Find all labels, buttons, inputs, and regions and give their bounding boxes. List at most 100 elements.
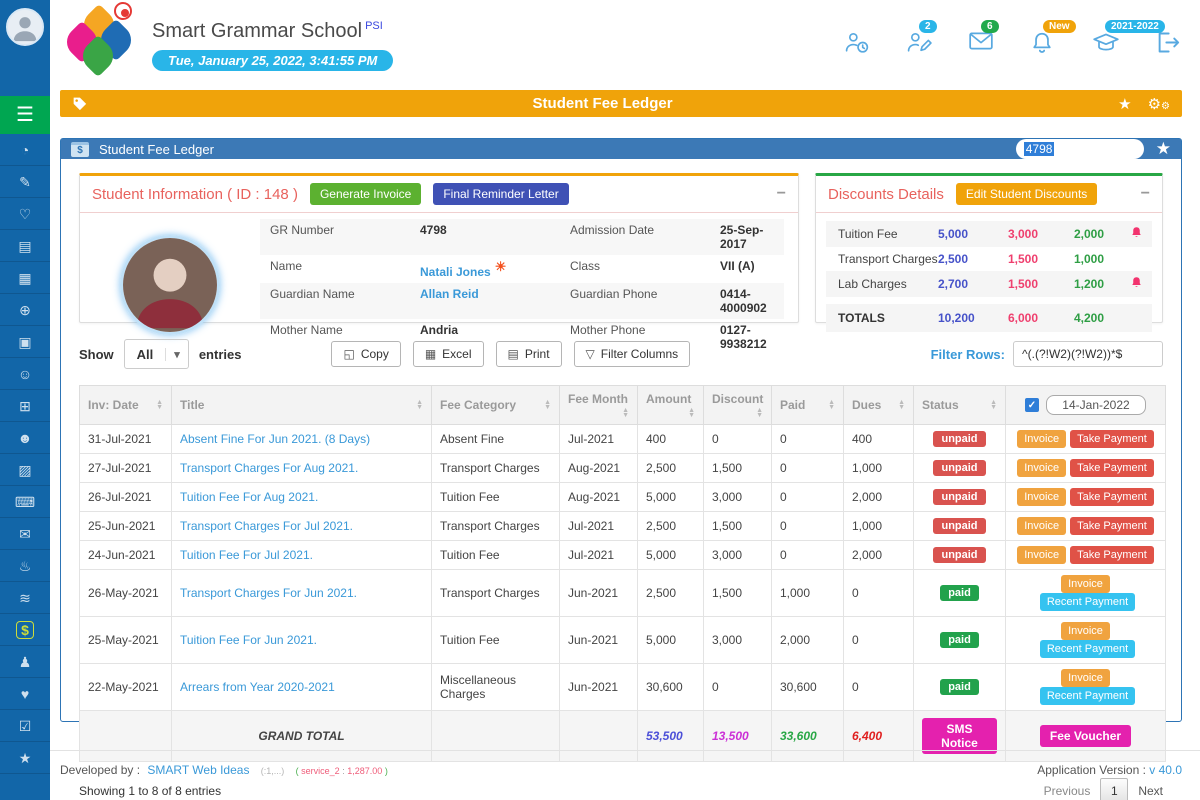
generate-invoice-button[interactable]: Generate Invoice [310, 183, 421, 205]
student-search-input[interactable]: 4798 [1016, 139, 1144, 159]
bell-icon[interactable] [1130, 226, 1148, 242]
invoice-button[interactable]: Invoice [1017, 430, 1066, 448]
sidebar-item-student-admission[interactable]: ✎ [0, 166, 50, 198]
sidebar-item-exams[interactable]: ▣ [0, 326, 50, 358]
recent-payment-button[interactable]: Recent Payment [1040, 687, 1135, 705]
field-value[interactable]: Allan Reid [420, 287, 570, 315]
sort-icon[interactable]: ▲▼ [416, 400, 423, 410]
sidebar-item-tasks[interactable]: ☑ [0, 710, 50, 742]
sidebar-item-academics[interactable]: ★ [0, 742, 50, 774]
final-reminder-button[interactable]: Final Reminder Letter [433, 183, 568, 205]
settings-gears-icon[interactable]: ⚙⚙ [1148, 95, 1170, 113]
sidebar-item-health[interactable]: ♡ [0, 198, 50, 230]
take-payment-button[interactable]: Take Payment [1070, 546, 1154, 564]
sidebar-item-website[interactable]: ⊕ [0, 294, 50, 326]
sort-icon[interactable]: ▲▼ [622, 408, 629, 418]
fee-title-link[interactable]: Transport Charges For Jun 2021. [180, 586, 357, 600]
sidebar-item-certificates[interactable]: ♥ [0, 678, 50, 710]
panel-favorite-icon[interactable]: ★ [1156, 139, 1171, 159]
invoice-button[interactable]: Invoice [1017, 488, 1066, 506]
sidebar-item-gallery[interactable]: ▨ [0, 454, 50, 486]
sort-icon[interactable]: ▲▼ [828, 400, 835, 410]
column-header-discount[interactable]: Discount▲▼ [704, 386, 772, 425]
column-header-title[interactable]: Title▲▼ [172, 386, 432, 425]
recent-payment-button[interactable]: Recent Payment [1040, 640, 1135, 658]
invoice-button[interactable]: Invoice [1061, 575, 1110, 593]
invoice-button[interactable]: Invoice [1017, 459, 1066, 477]
sidebar-item-fee-collection[interactable]: ▤ [0, 230, 50, 262]
sort-icon[interactable]: ▲▼ [156, 400, 163, 410]
logout-icon[interactable] [1154, 30, 1182, 56]
edit-discounts-button[interactable]: Edit Student Discounts [956, 183, 1097, 205]
filter-columns-button[interactable]: ▽Filter Columns [574, 341, 691, 367]
user-clock-icon[interactable] [844, 30, 872, 56]
messages-icon[interactable]: 6 [968, 30, 996, 56]
invoice-button[interactable]: Invoice [1061, 622, 1110, 640]
column-header-status[interactable]: Status▲▼ [914, 386, 1006, 425]
collapse-icon[interactable]: − [1141, 185, 1150, 203]
menu-toggle-button[interactable]: ☰ [0, 96, 50, 134]
cell-discount: 1,500 [704, 454, 772, 483]
fee-title-link[interactable]: Arrears from Year 2020-2021 [180, 680, 335, 694]
notifications-icon[interactable]: New [1030, 30, 1058, 56]
student-fields: GR Number4798Admission Date25-Sep-2017Na… [260, 219, 784, 355]
take-payment-button[interactable]: Take Payment [1070, 459, 1154, 477]
invoice-button[interactable]: Invoice [1017, 517, 1066, 535]
column-header-paid[interactable]: Paid▲▼ [772, 386, 844, 425]
sort-icon[interactable]: ▲▼ [688, 408, 695, 418]
column-header-dues[interactable]: Dues▲▼ [844, 386, 914, 425]
academics-icon: ★ [19, 751, 32, 765]
version-value[interactable]: v 40.0 [1149, 763, 1182, 777]
fee-title-link[interactable]: Tuition Fee For Jul 2021. [180, 548, 313, 562]
column-header-fee-month[interactable]: Fee Month▲▼ [560, 386, 638, 425]
invoice-button[interactable]: Invoice [1017, 546, 1066, 564]
favorite-star-icon[interactable]: ★ [1118, 95, 1131, 113]
take-payment-button[interactable]: Take Payment [1070, 517, 1154, 535]
take-payment-button[interactable]: Take Payment [1070, 488, 1154, 506]
take-payment-button[interactable]: Take Payment [1070, 430, 1154, 448]
sms-notice-button[interactable]: SMS Notice [922, 718, 997, 754]
date-filter-input[interactable]: 14-Jan-2022 [1046, 395, 1146, 415]
sidebar-item-staff[interactable]: ♟ [0, 646, 50, 678]
sidebar-item-payroll[interactable]: ✉ [0, 518, 50, 550]
fee-title-link[interactable]: Transport Charges For Jul 2021. [180, 519, 353, 533]
sort-icon[interactable]: ▲▼ [544, 400, 551, 410]
bell-icon[interactable] [1130, 276, 1148, 292]
user-avatar[interactable] [6, 8, 44, 46]
entries-select[interactable]: All ▾ [124, 339, 189, 369]
sort-icon[interactable]: ▲▼ [898, 400, 905, 410]
sidebar-item-library[interactable]: ≋ [0, 582, 50, 614]
sort-icon[interactable]: ▲▼ [990, 400, 997, 410]
session-icon[interactable]: 2021-2022 [1092, 30, 1120, 56]
column-header-inv-date[interactable]: Inv: Date▲▼ [80, 386, 172, 425]
sort-icon[interactable]: ▲▼ [756, 408, 763, 418]
recent-payment-button[interactable]: Recent Payment [1040, 593, 1135, 611]
copy-button[interactable]: ◱Copy [331, 341, 400, 367]
entries-label: entries [199, 347, 242, 362]
field-value[interactable]: Natali Jones☀ [420, 259, 570, 279]
fee-title-link[interactable]: Tuition Fee For Aug 2021. [180, 490, 318, 504]
collapse-icon[interactable]: − [777, 185, 786, 203]
sidebar-item-birthdays[interactable]: ♨ [0, 550, 50, 582]
student-fee-ledger-icon: $ [16, 621, 34, 639]
sidebar-item-students[interactable]: ☺ [0, 358, 50, 390]
fee-title-link[interactable]: Absent Fine For Jun 2021. (8 Days) [180, 432, 370, 446]
column-header-amount[interactable]: Amount▲▼ [638, 386, 704, 425]
sidebar-item-id-card[interactable]: ▦ [0, 262, 50, 294]
user-edit-icon[interactable]: 2 [906, 30, 934, 56]
fee-title-link[interactable]: Tuition Fee For Jun 2021. [180, 633, 317, 647]
sidebar-item-dashboard[interactable]: ◔ [0, 134, 50, 166]
excel-button[interactable]: ▦Excel [413, 341, 484, 367]
fee-voucher-button[interactable]: Fee Voucher [1040, 725, 1131, 747]
filter-rows-input[interactable] [1013, 341, 1163, 367]
column-header-fee-category[interactable]: Fee Category▲▼ [432, 386, 560, 425]
sidebar-item-teachers[interactable]: ☻ [0, 422, 50, 454]
sidebar-item-attendance[interactable]: ⊞ [0, 390, 50, 422]
developer-link[interactable]: SMART Web Ideas [147, 763, 249, 777]
sidebar-item-student-fee-ledger[interactable]: $ [0, 614, 50, 646]
sidebar-item-computer-lab[interactable]: ⌨ [0, 486, 50, 518]
invoice-button[interactable]: Invoice [1061, 669, 1110, 687]
print-button[interactable]: ▤Print [496, 341, 562, 367]
date-filter-checkbox[interactable]: ✓ [1025, 398, 1039, 412]
fee-title-link[interactable]: Transport Charges For Aug 2021. [180, 461, 358, 475]
